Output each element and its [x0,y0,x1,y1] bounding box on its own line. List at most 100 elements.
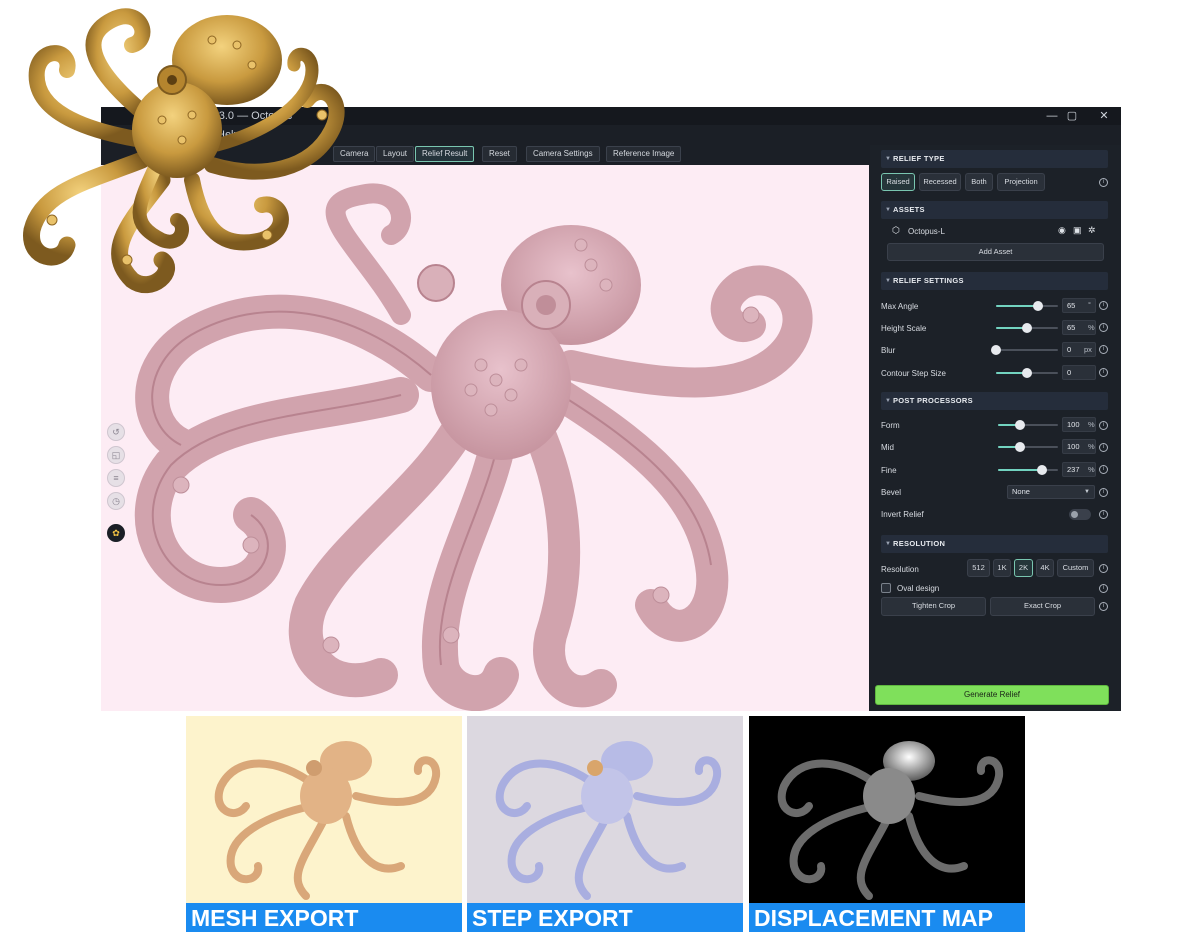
close-button[interactable]: ✕ [1087,107,1121,125]
bevel-select[interactable]: None ▼ [1007,485,1095,499]
step-export-image [495,741,722,900]
bevel-label: Bevel [881,488,902,497]
max-angle-slider[interactable] [996,301,1058,311]
triangle-icon: ▼ [885,207,892,213]
oval-design-checkbox[interactable] [881,583,891,593]
blur-slider[interactable] [991,345,1058,355]
slider-fill [998,469,1043,471]
cube-icon: ⬡ [892,225,900,235]
reference-image-button[interactable]: Reference Image [606,146,682,162]
app-logo-icon[interactable]: ✿ [107,524,125,542]
triangle-icon: ▼ [885,278,892,284]
relief-settings-header[interactable]: ▼ RELIEF SETTINGS [881,272,1108,290]
resolution-1k[interactable]: 1K [993,559,1011,577]
relief-type-both[interactable]: Both [965,173,993,191]
info-icon[interactable]: i [1099,465,1108,474]
slider-thumb[interactable] [1014,420,1025,430]
info-icon[interactable]: i [1099,564,1108,573]
invert-relief-toggle[interactable] [1069,509,1091,520]
resolution-label: Resolution [881,565,919,574]
resolution-2k[interactable]: 2K [1014,559,1033,577]
relief-type-raised[interactable]: Raised [881,173,915,191]
info-icon[interactable]: i [1099,584,1108,593]
max-angle-label: Max Angle [881,302,919,311]
assets-header[interactable]: ▼ ASSETS [881,201,1108,219]
relief-type-projection[interactable]: Projection [997,173,1045,191]
invert-relief-label: Invert Relief [881,510,924,519]
step-export-preview: STEP EXPORT [467,716,743,932]
triangle-icon: ▼ [885,156,892,162]
oval-design-label: Oval design [897,584,940,593]
slider-thumb[interactable] [1014,442,1025,452]
camera-settings-button[interactable]: Camera Settings [526,146,600,162]
unit-label: % [1088,465,1095,474]
section-label: POST PROCESSORS [893,396,973,405]
displacement-map-image [777,741,1004,900]
resolution-4k[interactable]: 4K [1036,559,1054,577]
mesh-export-caption: MESH EXPORT [186,903,462,932]
slider-thumb[interactable] [1033,301,1044,311]
add-asset-button[interactable]: Add Asset [887,243,1104,261]
timer-icon[interactable]: ◷ [107,492,125,510]
contour-step-slider[interactable] [996,368,1058,378]
info-icon[interactable]: i [1099,602,1108,611]
info-icon[interactable]: i [1099,178,1108,187]
sliders-icon[interactable]: ≡ [107,469,125,487]
section-label: RELIEF SETTINGS [893,276,964,285]
maximize-button[interactable]: ▢ [1055,107,1089,125]
composite-image: nal 3.0 — Octopus — ▢ ✕ Help Camera Layo… [0,0,1200,932]
crop-icon[interactable]: ◱ [107,446,125,464]
mid-slider[interactable] [998,442,1058,452]
resolution-header[interactable]: ▼ RESOLUTION [881,535,1108,553]
resolution-512[interactable]: 512 [967,559,990,577]
settings-panel: ▼ RELIEF TYPE Raised Recessed Both Projec… [870,145,1121,711]
unit-label: % [1088,442,1095,451]
rotate-icon[interactable]: ↺ [107,423,125,441]
form-label: Form [881,421,900,430]
reset-button[interactable]: Reset [482,146,517,162]
bevel-value: None [1012,487,1030,496]
relief-type-header[interactable]: ▼ RELIEF TYPE [881,150,1108,168]
info-icon[interactable]: i [1099,510,1108,519]
info-icon[interactable]: i [1099,345,1108,354]
lock-icon[interactable]: ▣ [1073,225,1082,236]
contour-step-label: Contour Step Size [881,369,946,378]
resolution-custom[interactable]: Custom [1057,559,1094,577]
height-scale-slider[interactable] [996,323,1058,333]
slider-thumb[interactable] [1022,368,1032,378]
info-icon[interactable]: i [1099,443,1108,452]
displacement-map-preview: DISPLACEMENT MAP [749,716,1025,932]
info-icon[interactable]: i [1099,421,1108,430]
generate-relief-button[interactable]: Generate Relief [875,685,1109,705]
relief-result-button[interactable]: Relief Result [415,146,475,162]
section-label: RESOLUTION [893,539,946,548]
info-icon[interactable]: i [1099,323,1108,332]
info-icon[interactable]: i [1099,301,1108,310]
blur-label: Blur [881,346,896,355]
mesh-export-preview: MESH EXPORT [186,716,462,932]
triangle-icon: ▼ [885,541,892,547]
layout-button[interactable]: Layout [376,146,415,162]
toggle-knob [1071,511,1078,518]
mesh-export-image [214,741,441,900]
slider-thumb[interactable] [991,345,1001,355]
info-icon[interactable]: i [1099,488,1108,497]
tighten-crop-button[interactable]: Tighten Crop [881,597,986,616]
gear-icon[interactable]: ✲ [1088,225,1096,236]
contour-step-value[interactable]: 0 [1062,365,1096,380]
info-icon[interactable]: i [1099,368,1108,377]
unit-label: ° [1088,300,1091,309]
slider-thumb[interactable] [1037,465,1048,475]
eye-icon[interactable]: ◉ [1058,225,1066,236]
asset-name[interactable]: Octopus-L [908,227,945,236]
slider-thumb[interactable] [1022,323,1032,333]
fine-slider[interactable] [998,465,1058,475]
post-processors-header[interactable]: ▼ POST PROCESSORS [881,392,1108,410]
viewport-tools: ↺ ◱ ≡ ◷ ✿ [107,423,127,547]
relief-type-recessed[interactable]: Recessed [919,173,961,191]
gold-octopus-render [23,8,345,294]
unit-label: % [1088,323,1095,332]
form-slider[interactable] [998,420,1058,430]
exact-crop-button[interactable]: Exact Crop [990,597,1095,616]
height-scale-label: Height Scale [881,324,927,333]
